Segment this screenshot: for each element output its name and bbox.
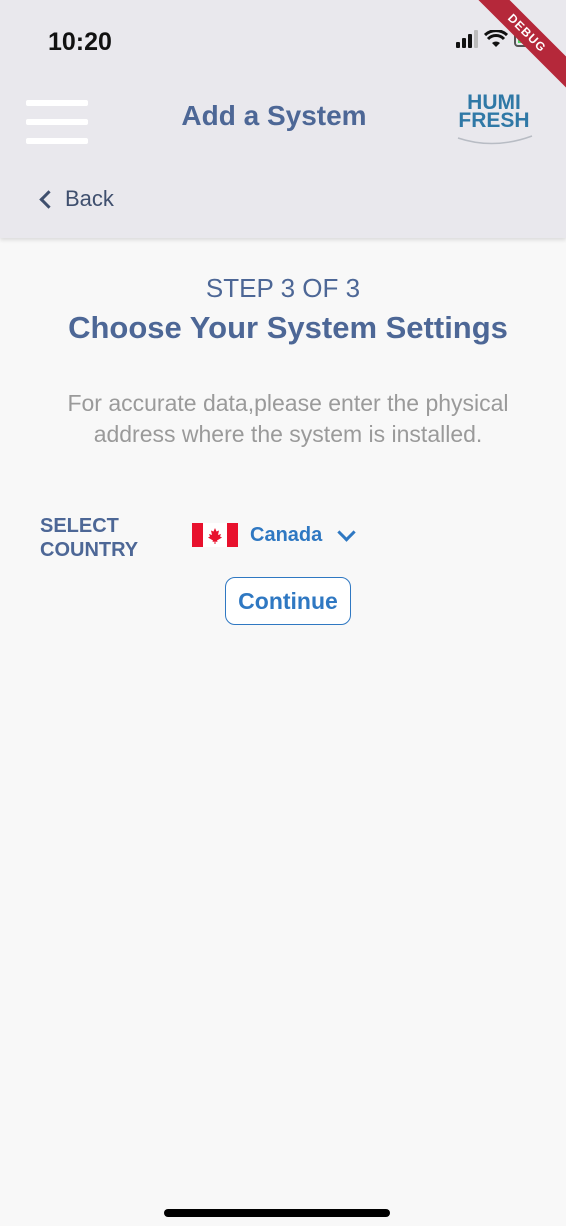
continue-button[interactable]: Continue	[225, 577, 351, 625]
humifresh-logo: HUMI FRESH	[452, 92, 536, 150]
step-title: Choose Your System Settings	[68, 310, 508, 345]
canada-flag-icon	[192, 523, 238, 547]
wifi-icon	[484, 30, 508, 47]
back-label: Back	[65, 186, 114, 211]
cellular-signal-icon	[456, 30, 478, 48]
selected-country: Canada	[250, 523, 323, 546]
logo-swoosh-icon	[457, 135, 533, 145]
back-button[interactable]: Back	[38, 186, 114, 212]
chevron-left-icon	[39, 189, 58, 209]
chevron-down-icon	[337, 522, 356, 542]
step-indicator: STEP 3 OF 3	[205, 273, 361, 303]
home-indicator	[164, 1209, 390, 1217]
select-country-label: SELECT COUNTRY	[40, 515, 139, 561]
country-dropdown[interactable]: Canada	[192, 522, 356, 547]
status-time: 10:20	[48, 28, 112, 56]
app-header: 10:20 DEBUG Add a System HUMI FRESH Back	[0, 0, 566, 238]
step-description: For accurate data,please enter the physi…	[67, 390, 509, 447]
